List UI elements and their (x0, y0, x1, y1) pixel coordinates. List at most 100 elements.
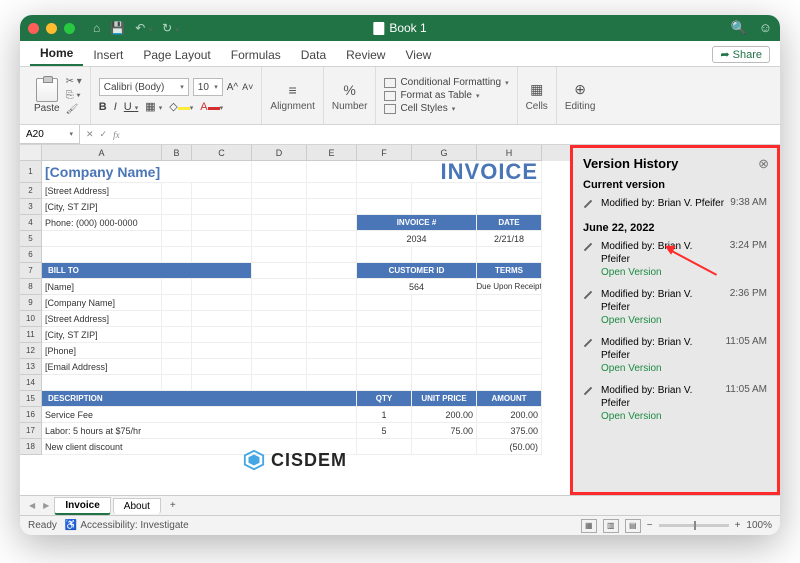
version-item[interactable]: Modified by: Brian V. PfeiferOpen Versio… (583, 333, 767, 381)
sheet-nav-next-icon[interactable]: ▶ (40, 501, 52, 510)
row-headers: 123456789101112131415161718 (20, 161, 42, 455)
accessibility-status[interactable]: ♿Accessibility: Investigate (65, 520, 189, 531)
underline-button[interactable]: U ▾ (124, 101, 139, 113)
minimize-window-button[interactable] (46, 23, 57, 34)
close-panel-icon[interactable]: ⊗ (758, 156, 769, 172)
row-header[interactable]: 7 (20, 263, 42, 279)
font-name-select[interactable]: Calibri (Body)▾ (99, 78, 189, 96)
close-window-button[interactable] (28, 23, 39, 34)
normal-view-button[interactable]: ▦ (581, 519, 597, 533)
open-version-link[interactable]: Open Version (601, 410, 719, 423)
cut-icon[interactable]: ✂ ▾ (66, 76, 82, 87)
row-header[interactable]: 8 (20, 279, 42, 295)
share-button[interactable]: ➦ Share (712, 46, 770, 63)
column-header[interactable]: B (162, 145, 192, 161)
zoom-in-button[interactable]: + (735, 520, 741, 531)
row-header[interactable]: 15 (20, 391, 42, 407)
ribbon-tabs: Home Insert Page Layout Formulas Data Re… (20, 41, 780, 67)
row-header[interactable]: 6 (20, 247, 42, 263)
paste-label: Paste (34, 103, 60, 114)
increase-font-icon[interactable]: A^ (227, 82, 238, 93)
row-header[interactable]: 18 (20, 439, 42, 455)
cells-group[interactable]: ▦ Cells (526, 80, 548, 112)
row-header[interactable]: 12 (20, 343, 42, 359)
zoom-out-button[interactable]: − (647, 520, 653, 531)
tab-view[interactable]: View (395, 43, 441, 66)
row-header[interactable]: 5 (20, 231, 42, 247)
column-header[interactable]: E (307, 145, 357, 161)
row-header[interactable]: 2 (20, 183, 42, 199)
row-header[interactable]: 13 (20, 359, 42, 375)
enter-icon[interactable]: ✓ (100, 129, 108, 140)
row-header[interactable]: 3 (20, 199, 42, 215)
column-header[interactable]: D (252, 145, 307, 161)
open-version-link[interactable]: Open Version (601, 362, 719, 375)
column-header[interactable]: G (412, 145, 477, 161)
search-icon[interactable]: 🔍 (731, 20, 747, 36)
version-item[interactable]: Modified by: Brian V. Pfeifer9:38 AM (583, 194, 767, 217)
bold-button[interactable]: B (99, 101, 107, 113)
share-quick-icon[interactable]: ☺ (759, 20, 772, 36)
format-as-table-button[interactable]: Format as Table ▾ (384, 90, 508, 101)
copy-icon[interactable]: ⎘ ▾ (66, 90, 82, 101)
cisdem-logo-icon (243, 449, 265, 471)
font-size-select[interactable]: 10▾ (193, 78, 223, 96)
row-header[interactable]: 1 (20, 161, 42, 183)
select-all-corner[interactable] (20, 145, 42, 161)
tab-formulas[interactable]: Formulas (221, 43, 291, 66)
cancel-icon[interactable]: ✕ (86, 129, 94, 140)
column-header[interactable]: F (357, 145, 412, 161)
column-header[interactable]: A (42, 145, 162, 161)
page-layout-view-button[interactable]: ▥ (603, 519, 619, 533)
tab-insert[interactable]: Insert (83, 43, 133, 66)
alignment-group[interactable]: ≡ Alignment (270, 80, 314, 112)
page-break-view-button[interactable]: ▤ (625, 519, 641, 533)
spreadsheet-grid[interactable]: ABCDEFGH 123456789101112131415161718 [Co… (20, 145, 570, 495)
version-item[interactable]: Modified by: Brian V. PfeiferOpen Versio… (583, 381, 767, 429)
italic-button[interactable]: I (114, 101, 117, 113)
zoom-level[interactable]: 100% (746, 520, 772, 531)
sheet-nav-prev-icon[interactable]: ◀ (26, 501, 38, 510)
undo-icon[interactable]: ↶ ▾ (135, 21, 152, 35)
save-icon[interactable]: 💾 (110, 21, 125, 35)
column-header[interactable]: C (192, 145, 252, 161)
paste-button[interactable]: Paste (34, 78, 60, 114)
tab-data[interactable]: Data (291, 43, 336, 66)
version-item[interactable]: Modified by: Brian V. PfeiferOpen Versio… (583, 285, 767, 333)
row-header[interactable]: 11 (20, 327, 42, 343)
version-item[interactable]: Modified by: Brian V. PfeiferOpen Versio… (583, 237, 767, 285)
zoom-slider[interactable] (659, 524, 729, 527)
tab-home[interactable]: Home (30, 41, 83, 66)
borders-button[interactable]: ▦ ▾ (145, 100, 162, 113)
cells-area[interactable]: [Company Name]INVOICE[Street Address][Ci… (42, 161, 570, 455)
row-header[interactable]: 14 (20, 375, 42, 391)
fx-icon[interactable]: fx (113, 130, 120, 140)
row-header[interactable]: 4 (20, 215, 42, 231)
decrease-font-icon[interactable]: A˅ (242, 82, 253, 92)
name-box[interactable]: A20▾ (20, 125, 80, 144)
zoom-window-button[interactable] (64, 23, 75, 34)
column-header[interactable]: H (477, 145, 542, 161)
conditional-formatting-button[interactable]: Conditional Formatting ▾ (384, 77, 508, 88)
row-header[interactable]: 17 (20, 423, 42, 439)
tab-review[interactable]: Review (336, 43, 395, 66)
fill-color-button[interactable]: ◇▾ (169, 100, 193, 113)
sheet-tab-about[interactable]: About (113, 498, 161, 514)
sheet-tab-invoice[interactable]: Invoice (54, 497, 110, 515)
open-version-link[interactable]: Open Version (601, 266, 724, 279)
redo-icon[interactable]: ↻ ▾ (162, 21, 179, 35)
row-header[interactable]: 10 (20, 311, 42, 327)
add-sheet-button[interactable]: + (163, 498, 183, 513)
font-color-button[interactable]: A▾ (200, 101, 223, 113)
cell-styles-button[interactable]: Cell Styles ▾ (384, 103, 508, 114)
pencil-icon (583, 199, 595, 211)
row-header[interactable]: 16 (20, 407, 42, 423)
row-header[interactable]: 9 (20, 295, 42, 311)
accessibility-icon: ♿ (65, 520, 77, 531)
open-version-link[interactable]: Open Version (601, 314, 724, 327)
format-painter-icon[interactable]: 🖌 (66, 104, 82, 115)
editing-group[interactable]: ⊕ Editing (565, 80, 596, 112)
tab-page-layout[interactable]: Page Layout (133, 43, 220, 66)
home-icon[interactable]: ⌂ (93, 21, 100, 35)
number-group[interactable]: % Number (332, 80, 368, 112)
